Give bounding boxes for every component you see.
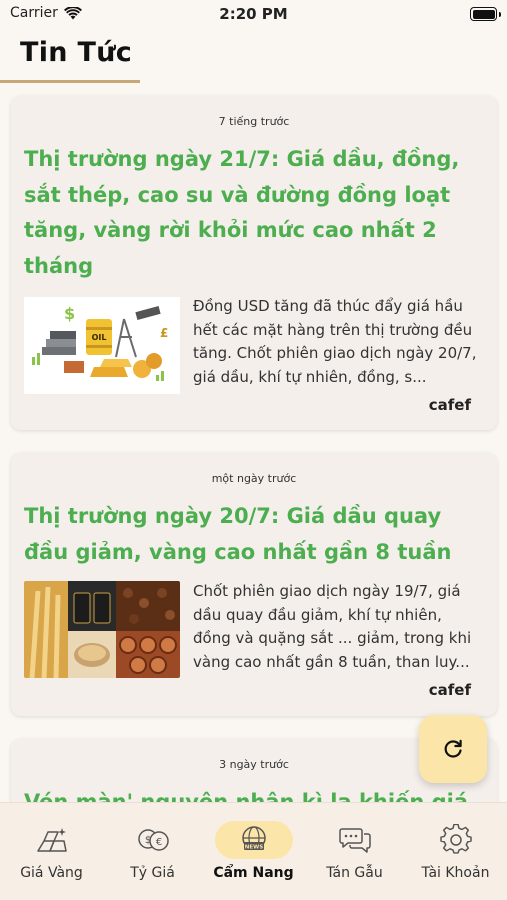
nav-item-ty-gia[interactable]: $ € Tỷ Giá (102, 803, 203, 900)
chat-bubbles-icon (338, 828, 371, 853)
card-time: 7 tiếng trước (218, 115, 290, 128)
page-header: Tin Tức (0, 30, 507, 86)
refresh-button[interactable] (419, 715, 487, 783)
nav-label: Tỷ Giá (130, 865, 175, 881)
nav-icon-wrap: NEWS (214, 821, 293, 859)
article-thumbnail[interactable]: OIL $ £ (24, 297, 180, 394)
nav-label: Tán Gẫu (326, 865, 383, 881)
svg-text:£: £ (160, 326, 168, 340)
nav-item-gia-vang[interactable]: Giá Vàng (1, 803, 102, 900)
battery-icon (470, 7, 497, 21)
nav-label: Cẩm Nang (213, 865, 294, 881)
svg-text:€: € (155, 837, 161, 848)
news-globe-icon: NEWS (241, 826, 266, 851)
nav-label: Giá Vàng (20, 865, 83, 881)
nav-icon-wrap (13, 821, 91, 859)
card-excerpt: Chốt phiên giao dịch ngày 19/7, giá dầu … (193, 582, 472, 671)
nav-icon-wrap: $ € (114, 821, 192, 859)
commodities-collage (24, 581, 180, 678)
bottom-nav: Giá Vàng $ € Tỷ Giá NEWS Cẩm Nang Tán Gẫ… (0, 802, 507, 900)
status-bar: Carrier 2:20 PM (0, 0, 507, 30)
card-title[interactable]: Thị trường ngày 20/7: Giá dầu quay đầu g… (24, 499, 477, 570)
svg-text:$: $ (64, 304, 75, 323)
card-title[interactable]: Thị trường ngày 21/7: Giá dầu, đồng, sắt… (24, 142, 477, 284)
card-time: một ngày trước (211, 472, 297, 485)
gold-bars-icon (36, 828, 67, 852)
app-screen: Carrier 2:20 PM Tin Tức 7 tiếng trước Th… (0, 0, 507, 900)
card-source: cafef (428, 396, 471, 414)
page-title: Tin Tức (20, 37, 133, 68)
gear-icon (439, 824, 472, 854)
news-card[interactable]: 7 tiếng trước Thị trường ngày 21/7: Giá … (11, 96, 497, 430)
article-thumbnail[interactable] (24, 581, 180, 678)
news-card[interactable]: một ngày trước Thị trường ngày 20/7: Giá… (11, 453, 497, 716)
oil-barrel-label: OIL (92, 333, 107, 342)
nav-label: Tài Khoản (421, 865, 490, 881)
status-time: 2:20 PM (219, 5, 288, 23)
nav-icon-wrap (316, 821, 394, 859)
currency-exchange-icon: $ € (137, 829, 169, 851)
svg-text:$: $ (144, 835, 150, 846)
title-underline (0, 80, 140, 83)
refresh-icon (444, 739, 462, 758)
card-source: cafef (428, 681, 471, 699)
commodities-illustration: OIL $ £ (24, 297, 180, 394)
card-excerpt: Đồng USD tăng đã thúc đẩy giá hầu hết cá… (193, 297, 477, 386)
nav-item-cam-nang[interactable]: NEWS Cẩm Nang (203, 803, 304, 900)
nav-item-tan-gau[interactable]: Tán Gẫu (304, 803, 405, 900)
nav-icon-wrap (417, 821, 495, 859)
nav-item-tai-khoan[interactable]: Tài Khoản (405, 803, 506, 900)
news-badge: NEWS (244, 845, 262, 851)
